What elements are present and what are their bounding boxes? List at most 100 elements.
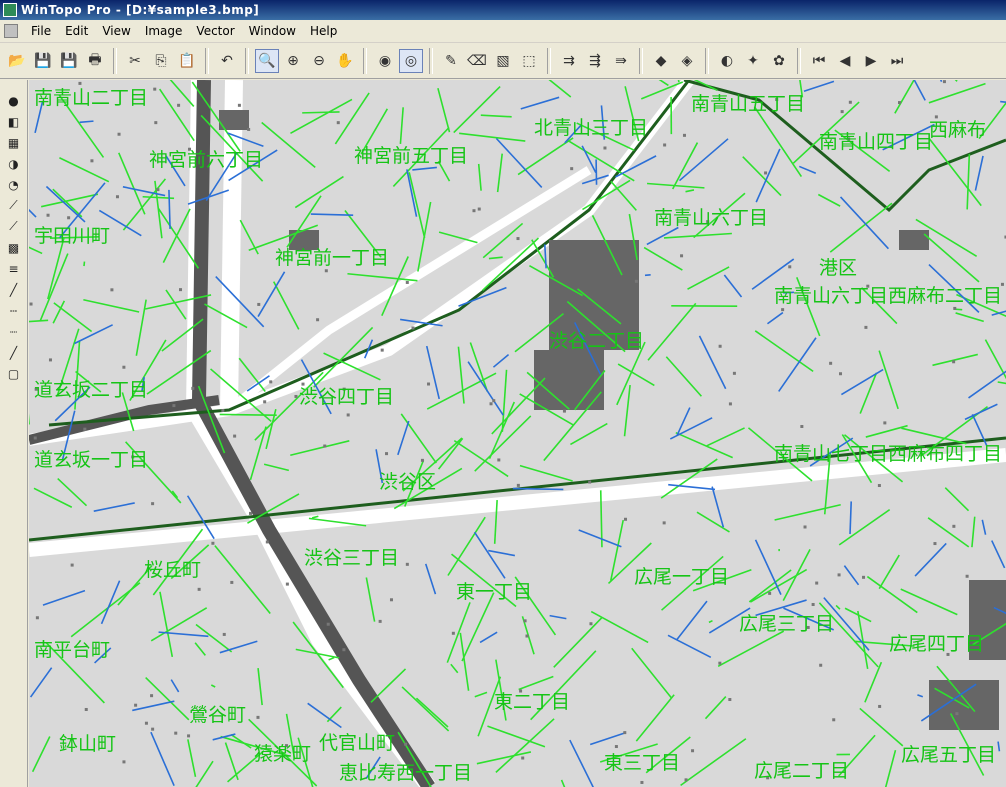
menu-file[interactable]: File xyxy=(24,20,58,42)
last-button[interactable]: ⏭ xyxy=(885,49,909,73)
crop-button[interactable]: ⬚ xyxy=(517,49,541,73)
fill-tool-icon[interactable]: ● xyxy=(3,90,25,111)
map-place-label: 鶯谷町 xyxy=(189,704,247,726)
vector-line xyxy=(437,437,464,470)
threshold-icon[interactable]: ▦ xyxy=(3,132,25,153)
copy-button[interactable]: ⎘ xyxy=(149,49,173,73)
vector-line xyxy=(750,568,808,603)
extract-2-button[interactable]: ⇶ xyxy=(583,49,607,73)
vector-smooth-button[interactable]: ✿ xyxy=(767,49,791,73)
map-place-label: 鉢山町 xyxy=(59,733,117,755)
map-dot xyxy=(151,502,155,506)
water-line xyxy=(964,403,998,421)
menu-image[interactable]: Image xyxy=(138,20,190,42)
cut-button[interactable]: ✂ xyxy=(123,49,147,73)
pencil-button[interactable]: ✎ xyxy=(439,49,463,73)
menu-help[interactable]: Help xyxy=(303,20,344,42)
map-dot xyxy=(829,361,833,365)
pan-hand-button[interactable]: ✋ xyxy=(333,49,357,73)
dotted-line-icon[interactable]: ┈ xyxy=(3,321,25,342)
open-button[interactable]: 📂 xyxy=(5,49,29,73)
map-dot xyxy=(883,421,887,425)
view-vector-button[interactable]: ◎ xyxy=(399,48,423,73)
vector-line xyxy=(519,464,573,482)
eraser-button[interactable]: ⌫ xyxy=(465,49,489,73)
view-image-icon: ◉ xyxy=(378,52,392,69)
map-place-label: 道玄坂一丁目 xyxy=(34,449,149,471)
map-dot xyxy=(35,616,39,620)
water-line xyxy=(473,531,506,579)
palette-icon[interactable]: ▩ xyxy=(3,237,25,258)
vectorize-yellow-button[interactable]: ◈ xyxy=(675,49,699,73)
vectorize-red-button[interactable]: ◆ xyxy=(649,49,673,73)
map-dot xyxy=(237,103,241,107)
menu-window[interactable]: Window xyxy=(242,20,303,42)
color-select-icon[interactable]: ◧ xyxy=(3,111,25,132)
menu-view[interactable]: View xyxy=(95,20,137,42)
dash-line-icon[interactable]: ┄ xyxy=(3,300,25,321)
line-tool-icon[interactable]: ⟋ xyxy=(3,195,25,216)
water-line xyxy=(397,420,410,456)
vector-line xyxy=(195,623,233,653)
vector-tool-button[interactable]: ✦ xyxy=(741,49,765,73)
undo-button[interactable]: ↶ xyxy=(215,49,239,73)
vector-line xyxy=(370,668,407,703)
rectangle-icon[interactable]: ▢ xyxy=(3,363,25,384)
menu-vector[interactable]: Vector xyxy=(189,20,241,42)
map-place-label: 南青山四丁目 xyxy=(819,131,934,153)
brush-icon[interactable]: ╱ xyxy=(3,279,25,300)
water-line xyxy=(669,417,713,440)
zoom-out-button[interactable]: ⊖ xyxy=(307,49,331,73)
zoom-icon: 🔍 xyxy=(258,52,276,69)
map-dot xyxy=(48,358,52,362)
menu-edit[interactable]: Edit xyxy=(58,20,95,42)
view-image-button[interactable]: ◉ xyxy=(373,49,397,73)
straight-line-icon[interactable]: ╱ xyxy=(3,342,25,363)
color-bars-icon[interactable]: ≡ xyxy=(3,258,25,279)
extract-3-button[interactable]: ⇛ xyxy=(609,49,633,73)
polyline-icon[interactable]: ⟋ xyxy=(3,216,25,237)
paste-button[interactable]: 📋 xyxy=(175,49,199,73)
dither-icon[interactable]: ◔ xyxy=(3,174,25,195)
water-line xyxy=(997,741,1001,752)
hatch-button[interactable]: ▧ xyxy=(491,49,515,73)
water-line xyxy=(678,138,729,182)
water-line xyxy=(479,631,498,644)
vector-line xyxy=(239,219,259,255)
prev-button[interactable]: ◀ xyxy=(833,49,857,73)
water-line xyxy=(646,226,679,246)
vector-line xyxy=(446,602,471,663)
map-dot xyxy=(427,382,431,386)
vector-line xyxy=(495,718,555,773)
zoom-in-icon: ⊕ xyxy=(287,52,299,69)
map-dot xyxy=(172,404,176,408)
vector-edit-button[interactable]: ◐ xyxy=(715,49,739,73)
map-dot xyxy=(837,573,841,577)
map-dot xyxy=(472,209,476,213)
map-dot xyxy=(634,279,638,283)
vector-line xyxy=(878,350,899,410)
map-dot xyxy=(728,402,732,406)
first-button[interactable]: ⏮ xyxy=(807,49,831,73)
zoom-in-button[interactable]: ⊕ xyxy=(281,49,305,73)
water-line xyxy=(132,700,175,712)
contrast-icon[interactable]: ◑ xyxy=(3,153,25,174)
map-dot xyxy=(191,386,195,390)
water-line xyxy=(589,731,627,746)
map-dot xyxy=(263,400,267,404)
vector-line xyxy=(194,642,206,656)
save-as-button[interactable]: 💾 xyxy=(57,49,81,73)
zoom-button[interactable]: 🔍 xyxy=(255,48,279,73)
save-button[interactable]: 💾 xyxy=(31,49,55,73)
print-button[interactable]: 🖶 xyxy=(83,49,107,73)
extract-1-button[interactable]: ⇉ xyxy=(557,49,581,73)
map-canvas[interactable]: 南青山二丁目 神宮前六丁目 北青山三丁目 南青山五丁目 神宮前五丁目 南青山四丁目 西麻布宇… xyxy=(29,80,1006,787)
next-button[interactable]: ▶ xyxy=(859,49,883,73)
vector-line xyxy=(671,142,699,190)
document-icon[interactable] xyxy=(4,24,18,38)
map-place-label: 神宮前五丁目 xyxy=(354,145,469,167)
open-icon: 📂 xyxy=(8,52,26,69)
map-place-label: 恵比寿西一丁目 xyxy=(339,762,473,784)
vector-line xyxy=(685,189,695,193)
water-line xyxy=(803,80,835,92)
